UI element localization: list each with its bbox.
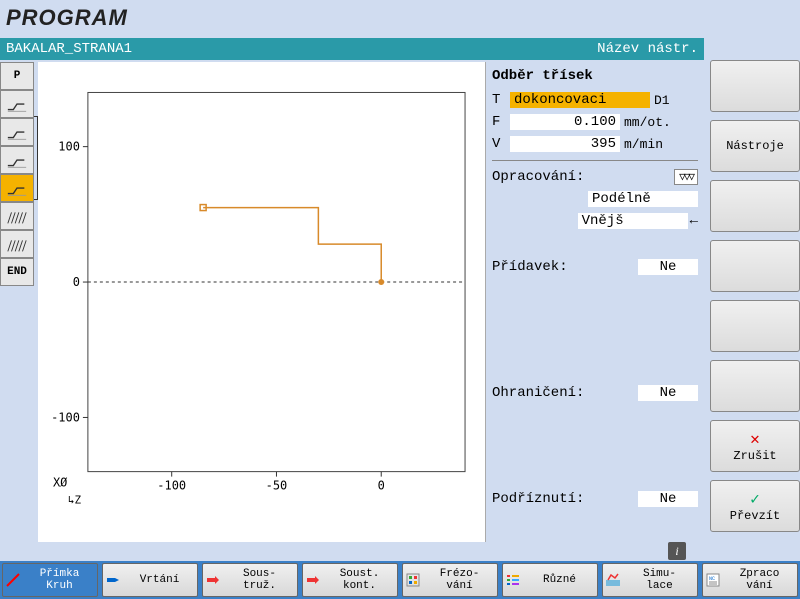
limit-label: Ohraničení: xyxy=(492,385,584,401)
t-label: T xyxy=(492,92,510,108)
arrow-left-icon: ← xyxy=(690,213,698,229)
t-value[interactable]: dokoncovaci xyxy=(510,92,650,108)
dir1-value[interactable]: Podélně xyxy=(588,191,698,207)
plot-area: -100 -50 0 -100 0 100 XØ↳Z xyxy=(38,62,486,542)
sk-accept[interactable]: ✓Převzít xyxy=(710,480,800,532)
left-toolbar: P END xyxy=(0,62,34,286)
svg-text:100: 100 xyxy=(58,140,80,154)
sk-tools[interactable]: Nástroje xyxy=(710,120,800,172)
undercut-label: Podříznutí: xyxy=(492,491,584,507)
header-bar: BAKALAR_STRANA1 Název nástr. xyxy=(0,38,704,60)
tool-hatch1[interactable] xyxy=(0,202,34,230)
bk-turn[interactable]: Sous-truž. xyxy=(202,563,298,597)
v-value[interactable]: 395 xyxy=(510,136,620,152)
machining-label: Opracování: xyxy=(492,169,584,185)
tool-cut3[interactable] xyxy=(0,146,34,174)
bottom-softkeys: PřímkaKruhVrtáníSous-truž.Soust.kont.Fré… xyxy=(0,561,800,599)
sk1[interactable] xyxy=(710,60,800,112)
svg-text:0: 0 xyxy=(378,479,385,493)
sk6[interactable] xyxy=(710,360,800,412)
svg-text:XØ: XØ xyxy=(53,476,68,490)
v-unit: m/min xyxy=(624,137,663,152)
file-name: BAKALAR_STRANA1 xyxy=(6,41,132,57)
limit-value[interactable]: Ne xyxy=(638,385,698,401)
parameter-panel: Odběr třísek T dokoncovaci D1 F 0.100 mm… xyxy=(486,62,704,542)
tool-cut2[interactable] xyxy=(0,118,34,146)
bk-drill[interactable]: Vrtání xyxy=(102,563,198,597)
sk4[interactable] xyxy=(710,240,800,292)
tool-end[interactable]: END xyxy=(0,258,34,286)
allowance-value[interactable]: Ne xyxy=(638,259,698,275)
svg-text:↳Z: ↳Z xyxy=(68,494,82,507)
close-icon: ✕ xyxy=(750,429,760,449)
f-value[interactable]: 0.100 xyxy=(510,114,620,130)
header-right: Název nástr. xyxy=(597,41,698,57)
right-softkeys: Nástroje ✕Zrušit ✓Převzít xyxy=(710,60,800,540)
bk-mill[interactable]: Frézo-vání xyxy=(402,563,498,597)
check-icon: ✓ xyxy=(750,489,760,509)
bk-misc[interactable]: Různé xyxy=(502,563,598,597)
svg-text:-50: -50 xyxy=(266,479,288,493)
app-title: PROGRAM xyxy=(6,5,128,31)
svg-text:-100: -100 xyxy=(51,410,80,424)
bk-line[interactable]: PřímkaKruh xyxy=(2,563,98,597)
sk3[interactable] xyxy=(710,180,800,232)
param-title: Odběr třísek xyxy=(492,66,698,90)
bk-sim[interactable]: Simu-lace xyxy=(602,563,698,597)
allowance-label: Přídavek: xyxy=(492,259,568,275)
f-unit: mm/ot. xyxy=(624,115,671,130)
v-label: V xyxy=(492,136,510,152)
bk-cont[interactable]: Soust.kont. xyxy=(302,563,398,597)
f-label: F xyxy=(492,114,510,130)
tool-cut1[interactable] xyxy=(0,90,34,118)
svg-text:NC: NC xyxy=(709,576,715,582)
tool-cut4[interactable] xyxy=(0,174,34,202)
t-d: D1 xyxy=(654,93,670,108)
tool-p[interactable]: P xyxy=(0,62,34,90)
dir2-value[interactable]: Vnějš xyxy=(578,213,688,229)
tool-hatch2[interactable] xyxy=(0,230,34,258)
sk-cancel[interactable]: ✕Zrušit xyxy=(710,420,800,472)
undercut-value[interactable]: Ne xyxy=(638,491,698,507)
svg-text:0: 0 xyxy=(73,275,80,289)
sk5[interactable] xyxy=(710,300,800,352)
finish-symbol[interactable]: ▽▽▽ xyxy=(674,169,698,185)
bk-proc[interactable]: NCZpracování xyxy=(702,563,798,597)
svg-text:-100: -100 xyxy=(157,479,186,493)
info-icon[interactable]: i xyxy=(668,542,686,560)
